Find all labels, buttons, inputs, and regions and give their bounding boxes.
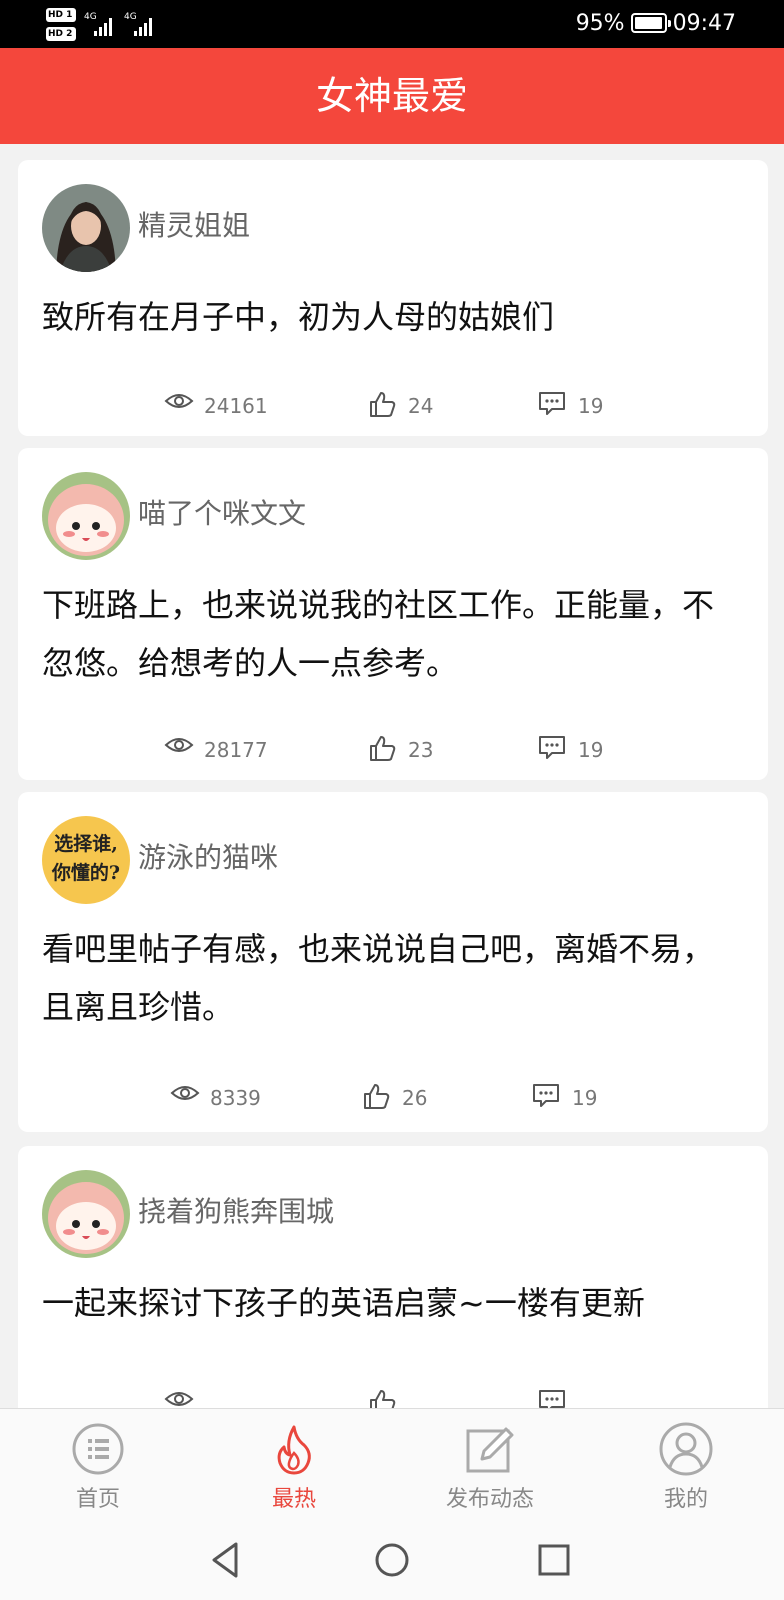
post-content[interactable]: 一起来探讨下孩子的英语启蒙~一楼有更新: [42, 1274, 742, 1332]
eye-icon: [164, 1392, 194, 1406]
tab-label: 发布动态: [445, 1487, 534, 1512]
status-right: 95% 09:47: [576, 10, 736, 38]
comments-count: 19: [578, 738, 604, 762]
eye-icon: [164, 738, 194, 752]
hd-badge-1: HD 1: [46, 8, 76, 22]
eye-icon: [170, 1086, 200, 1100]
flame-icon[interactable]: [266, 1421, 322, 1477]
views-count: 8339: [210, 1086, 261, 1110]
tab-hot[interactable]: 最热: [196, 1409, 392, 1521]
signal-indicators: HD 1 HD 2 4G 4G: [46, 6, 176, 42]
thumbs-up-icon[interactable]: [362, 1082, 390, 1110]
user-icon[interactable]: [658, 1421, 714, 1477]
post-content[interactable]: 致所有在月子中，初为人母的姑娘们: [42, 288, 742, 346]
comments-count: 19: [578, 394, 604, 418]
tab-publish[interactable]: 发布动态: [392, 1409, 588, 1521]
author-name[interactable]: 精灵姐姐: [138, 206, 250, 246]
comment-icon[interactable]: [538, 390, 566, 418]
back-icon[interactable]: [206, 1538, 250, 1582]
post-content[interactable]: 看吧里帖子有感，也来说说自己吧，离婚不易，且离且珍惜。: [42, 920, 742, 1036]
post-card[interactable]: 喵了个咪文文 下班路上，也来说说我的社区工作。正能量，不忽悠。给想考的人一点参考…: [18, 448, 768, 780]
edit-icon[interactable]: [462, 1421, 518, 1477]
comment-icon[interactable]: [538, 1388, 566, 1408]
likes-stat[interactable]: 26: [362, 1080, 452, 1112]
likes-stat[interactable]: 23: [368, 732, 458, 764]
comment-icon[interactable]: [538, 734, 566, 762]
system-nav-bar: [0, 1520, 784, 1600]
bottom-tab-bar: 首页 最热 发布动态 我的: [0, 1408, 784, 1520]
tab-label: 首页: [75, 1487, 120, 1512]
tab-home[interactable]: 首页: [0, 1409, 196, 1521]
likes-stat[interactable]: [368, 1386, 408, 1408]
status-bar: HD 1 HD 2 4G 4G 95% 09:47: [0, 0, 784, 48]
comments-count: 19: [572, 1086, 598, 1110]
likes-count: 23: [408, 738, 434, 762]
views-stat: 8339: [170, 1080, 280, 1112]
likes-stat[interactable]: 24: [368, 388, 458, 420]
recents-icon[interactable]: [532, 1538, 576, 1582]
views-count: 28177: [204, 738, 268, 762]
list-refresh-icon[interactable]: [70, 1421, 126, 1477]
author-name[interactable]: 挠着狗熊奔围城: [138, 1192, 334, 1232]
avatar[interactable]: 选择谁,你懂的?: [42, 816, 130, 904]
comments-stat[interactable]: [538, 1386, 578, 1408]
views-stat: 28177: [164, 732, 274, 764]
likes-count: 26: [402, 1086, 428, 1110]
comments-stat[interactable]: 19: [538, 388, 628, 420]
comments-stat[interactable]: 19: [532, 1080, 622, 1112]
post-card[interactable]: 挠着狗熊奔围城 一起来探讨下孩子的英语启蒙~一楼有更新: [18, 1146, 768, 1408]
page-title: 女神最爱: [0, 48, 784, 144]
avatar[interactable]: [42, 184, 130, 272]
thumbs-up-icon[interactable]: [368, 734, 396, 762]
thumbs-up-icon[interactable]: [368, 1388, 396, 1408]
author-name[interactable]: 游泳的猫咪: [138, 838, 278, 878]
author-name[interactable]: 喵了个咪文文: [138, 494, 306, 534]
views-count: 24161: [204, 394, 268, 418]
battery-icon: [630, 13, 671, 33]
tab-label: 最热: [271, 1487, 316, 1512]
avatar[interactable]: [42, 1170, 130, 1258]
thumbs-up-icon[interactable]: [368, 390, 396, 418]
comment-icon[interactable]: [532, 1082, 560, 1110]
views-stat: 24161: [164, 388, 274, 420]
avatar[interactable]: [42, 472, 130, 560]
post-card[interactable]: 精灵姐姐 致所有在月子中，初为人母的姑娘们 24161 24 19: [18, 160, 768, 436]
post-content[interactable]: 下班路上，也来说说我的社区工作。正能量，不忽悠。给想考的人一点参考。: [42, 576, 742, 692]
post-feed[interactable]: 精灵姐姐 致所有在月子中，初为人母的姑娘们 24161 24 19 喵了个咪文文…: [0, 144, 784, 1408]
hd-badge-2: HD 2: [46, 27, 76, 41]
eye-icon: [164, 394, 194, 408]
post-card[interactable]: 选择谁,你懂的? 游泳的猫咪 看吧里帖子有感，也来说说自己吧，离婚不易，且离且珍…: [18, 792, 768, 1132]
avatar-text: 选择谁,你懂的?: [51, 833, 121, 884]
home-icon[interactable]: [370, 1538, 414, 1582]
clock: 09:47: [672, 10, 736, 36]
tab-mine[interactable]: 我的: [588, 1409, 784, 1521]
comments-stat[interactable]: 19: [538, 732, 628, 764]
battery-percent: 95%: [575, 10, 625, 36]
likes-count: 24: [408, 394, 434, 418]
tab-label: 我的: [663, 1487, 708, 1512]
views-stat: [164, 1386, 204, 1408]
